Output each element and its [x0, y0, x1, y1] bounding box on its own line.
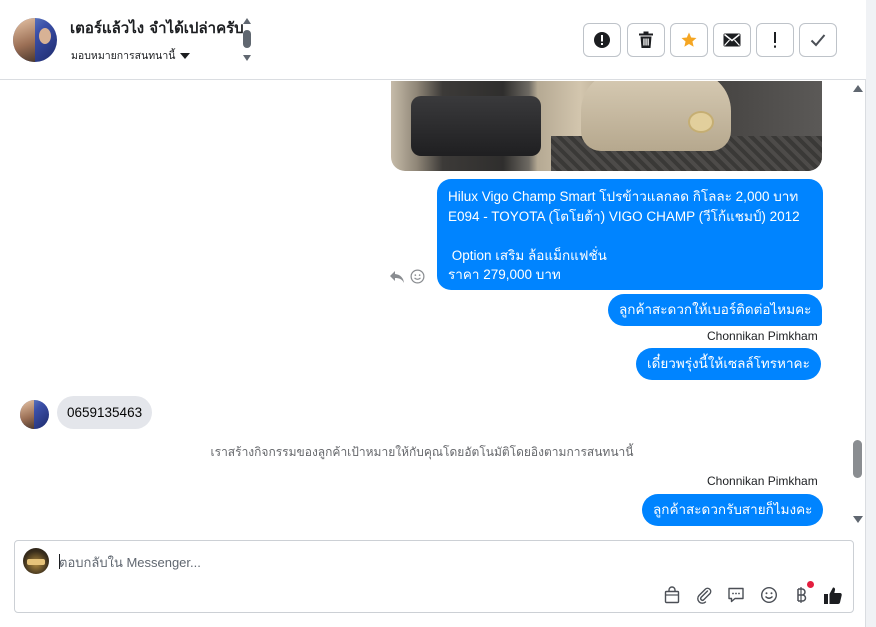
- scroll-up-arrow-icon[interactable]: [853, 85, 863, 92]
- scroll-thumb[interactable]: [243, 30, 251, 48]
- outgoing-message-car-listing[interactable]: Hilux Vigo Champ Smart โปรข้าวแลกลด กิโล…: [437, 179, 823, 290]
- sender-name: Chonnikan Pimkham: [707, 329, 818, 343]
- contact-avatar[interactable]: [13, 18, 57, 62]
- scroll-up-icon[interactable]: [243, 18, 251, 24]
- emoji-icon[interactable]: [758, 584, 780, 606]
- reply-icon[interactable]: [389, 270, 405, 284]
- thumbs-up-icon[interactable]: [822, 584, 844, 606]
- check-icon: [810, 34, 826, 47]
- reply-input[interactable]: [59, 552, 659, 572]
- outgoing-message[interactable]: ลูกค้าสะดวกให้เบอร์ติดต่อไหมคะ: [608, 294, 823, 326]
- conversation-header: เตอร์แล้วไง จำได้เปล่าครับ มอบหมายการสนท…: [0, 0, 866, 80]
- message-actions: [389, 269, 425, 284]
- done-button[interactable]: [799, 23, 837, 57]
- mark-unread-button[interactable]: [713, 23, 751, 57]
- system-note: เราสร้างกิจกรรมของลูกค้าเป้าหมายให้กับคุ…: [210, 445, 634, 459]
- caret-down-icon: [180, 52, 191, 59]
- contact-avatar-small[interactable]: [20, 400, 49, 429]
- right-gutter: [866, 0, 876, 627]
- scroll-down-icon[interactable]: [243, 55, 251, 61]
- paperclip-icon[interactable]: [693, 584, 715, 606]
- assign-conversation-dropdown[interactable]: มอบหมายการสนทนานี้: [71, 47, 191, 64]
- outgoing-message[interactable]: เดี๋ยวพรุ่งนี้ให้เซลล์โทรหาคะ: [636, 348, 821, 380]
- header-scroller[interactable]: [242, 18, 252, 64]
- envelope-icon: [723, 33, 741, 47]
- emoji-reaction-icon[interactable]: [410, 269, 425, 284]
- saved-reply-icon[interactable]: [725, 584, 747, 606]
- exclamation-icon: [774, 32, 776, 48]
- star-button[interactable]: [670, 23, 708, 57]
- page-avatar: [23, 548, 49, 574]
- follow-up-button[interactable]: [756, 23, 794, 57]
- message-list[interactable]: Hilux Vigo Champ Smart โปรข้าวแลกลด กิโล…: [0, 81, 866, 531]
- trash-icon: [639, 31, 653, 48]
- chat-scrollbar[interactable]: [850, 81, 866, 531]
- scroll-down-arrow-icon[interactable]: [853, 516, 863, 523]
- notification-dot: [807, 581, 814, 588]
- outgoing-message[interactable]: ลูกค้าสะดวกรับสายก็ไมงคะ: [642, 494, 824, 526]
- message-composer: [14, 540, 854, 613]
- delete-button[interactable]: [627, 23, 665, 57]
- shopping-bag-icon[interactable]: [661, 584, 683, 606]
- alert-circle-icon: [594, 32, 610, 48]
- star-icon: [681, 32, 697, 47]
- incoming-message-phone[interactable]: 0659135463: [57, 396, 153, 429]
- scroll-thumb[interactable]: [853, 440, 862, 478]
- assign-label: มอบหมายการสนทนานี้: [71, 50, 176, 62]
- sender-name: Chonnikan Pimkham: [707, 474, 818, 488]
- contact-name[interactable]: เตอร์แล้วไง จำได้เปล่าครับ: [70, 16, 244, 40]
- car-interior-photo[interactable]: [391, 81, 822, 171]
- mark-spam-button[interactable]: [583, 23, 621, 57]
